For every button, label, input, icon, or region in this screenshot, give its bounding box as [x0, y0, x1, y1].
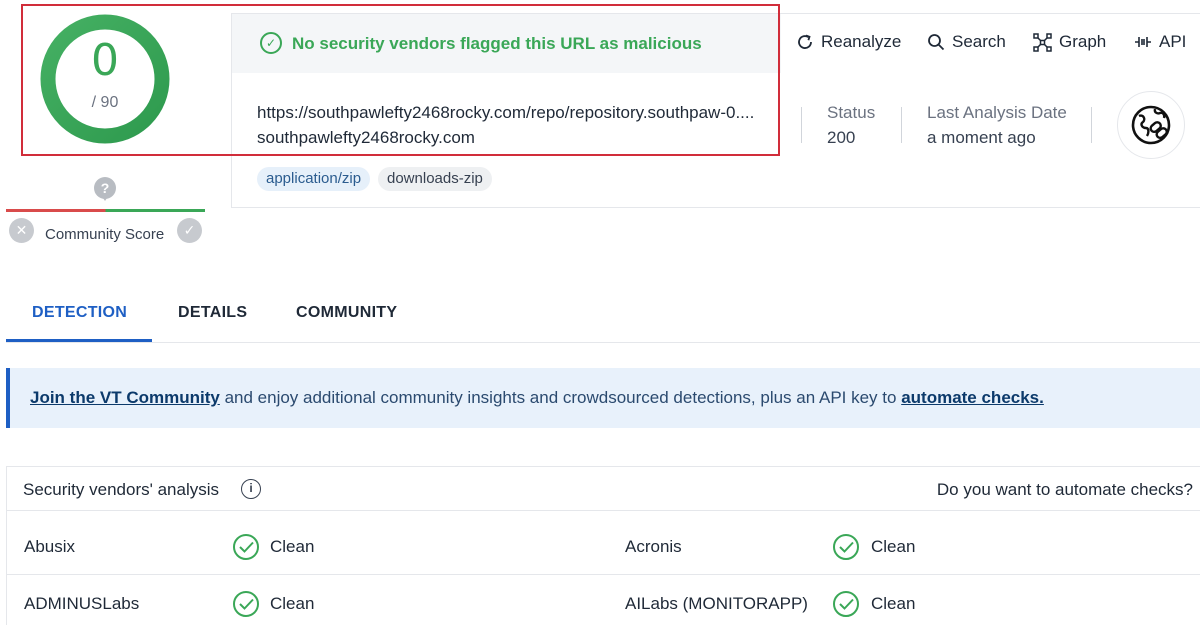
vendors-header: Security vendors' analysis i Do you want… [7, 467, 1200, 511]
vendor-name: Abusix [24, 537, 76, 556]
clean-check-icon [833, 534, 859, 560]
status-label: Status [827, 103, 876, 122]
check-circle-icon: ✓ [260, 32, 282, 54]
clean-check-icon [833, 591, 859, 617]
refresh-icon [798, 34, 812, 49]
active-tab-indicator [6, 339, 152, 342]
vendors-title: Security vendors' analysis [23, 480, 219, 499]
tag-application-zip[interactable]: application/zip [257, 167, 371, 191]
table-row: Abusix Clean Acronis Clean [7, 518, 1200, 575]
info-icon[interactable]: i [241, 479, 261, 499]
graph-label: Graph [1059, 32, 1107, 51]
tab-details[interactable]: DETAILS [178, 304, 247, 322]
analyzed-domain[interactable]: southpawlefty2468rocky.com [257, 128, 475, 148]
vendor-result: Clean [270, 594, 315, 613]
community-notice: Join the VT Community and enjoy addition… [6, 368, 1200, 428]
vendor-result: Clean [270, 537, 315, 556]
vote-harmless-icon[interactable]: ✓ [177, 218, 202, 243]
vendors-analysis-table: Security vendors' analysis i Do you want… [6, 466, 1200, 625]
clean-check-icon [233, 534, 259, 560]
graph-button[interactable]: Graph [1033, 31, 1106, 53]
automate-checks-link[interactable]: automate checks. [901, 388, 1044, 407]
clean-check-icon [233, 591, 259, 617]
last-analysis-label: Last Analysis Date [927, 103, 1067, 122]
verdict-text: No security vendors flagged this URL as … [292, 34, 702, 53]
tag-downloads-zip[interactable]: downloads-zip [378, 167, 492, 191]
last-analysis-value: a moment ago [927, 128, 1036, 147]
status-value: 200 [827, 128, 856, 147]
notice-body: and enjoy additional community insights … [219, 388, 902, 407]
vendor-result: Clean [871, 594, 916, 613]
reanalyze-label: Reanalyze [821, 32, 902, 51]
analyzed-url[interactable]: https://southpawlefty2468rocky.com/repo/… [257, 103, 777, 123]
detection-total: / 90 [91, 94, 119, 111]
notice-text: Join the VT Community and enjoy addition… [30, 388, 1044, 408]
tab-detection[interactable]: DETECTION [32, 304, 127, 322]
detection-count: 0 [91, 35, 119, 86]
api-button[interactable]: API [1134, 31, 1186, 53]
vote-malicious-icon[interactable]: ✕ [9, 218, 34, 243]
divider [1091, 107, 1092, 143]
tab-community[interactable]: COMMUNITY [296, 304, 397, 322]
report-tabs: DETECTION DETAILS COMMUNITY [6, 299, 1200, 343]
community-score-bar [6, 209, 205, 212]
graph-icon [1033, 32, 1052, 52]
search-icon [928, 34, 945, 51]
detection-score-ring: 0 / 90 [38, 12, 172, 146]
community-score-label: Community Score [45, 226, 165, 243]
vendor-name: ADMINUSLabs [24, 594, 140, 613]
api-icon [1135, 37, 1151, 47]
search-label: Search [952, 32, 1006, 51]
search-button[interactable]: Search [927, 31, 1006, 53]
verdict-banner: ✓ No security vendors flagged this URL a… [232, 14, 781, 73]
vendor-name: AILabs (MONITORAPP) [625, 594, 808, 613]
join-community-link[interactable]: Join the VT Community [30, 388, 220, 407]
automate-checks-cta[interactable]: Do you want to automate checks? [937, 480, 1193, 500]
vendor-result: Clean [871, 537, 916, 556]
reanalyze-button[interactable]: Reanalyze [796, 31, 901, 53]
community-score-unknown-icon: ? [94, 177, 116, 201]
divider [901, 107, 902, 143]
api-label: API [1159, 32, 1187, 51]
vendor-name: Acronis [625, 537, 682, 556]
divider [801, 107, 802, 143]
url-globe-icon [1117, 91, 1185, 159]
table-row: ADMINUSLabs Clean AILabs (MONITORAPP) Cl… [7, 575, 1200, 625]
